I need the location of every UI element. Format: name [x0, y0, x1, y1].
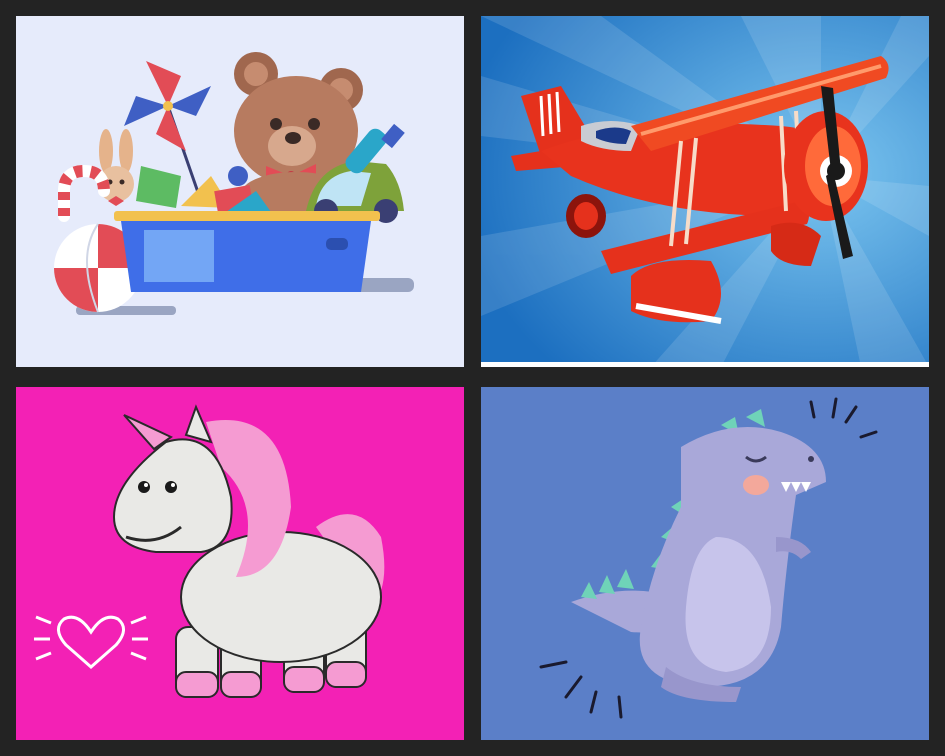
- dinosaur-tile: [481, 387, 929, 740]
- toy-box-icon: [114, 211, 380, 292]
- image-collage: [0, 0, 945, 756]
- unicorn-illustration: [16, 387, 464, 740]
- biplane-illustration: [481, 16, 929, 367]
- dinosaur-illustration: [481, 387, 929, 740]
- toy-box-illustration: [16, 16, 464, 367]
- toy-box-tile: [16, 16, 464, 367]
- biplane-tile: [481, 16, 929, 367]
- unicorn-tile: [16, 387, 464, 740]
